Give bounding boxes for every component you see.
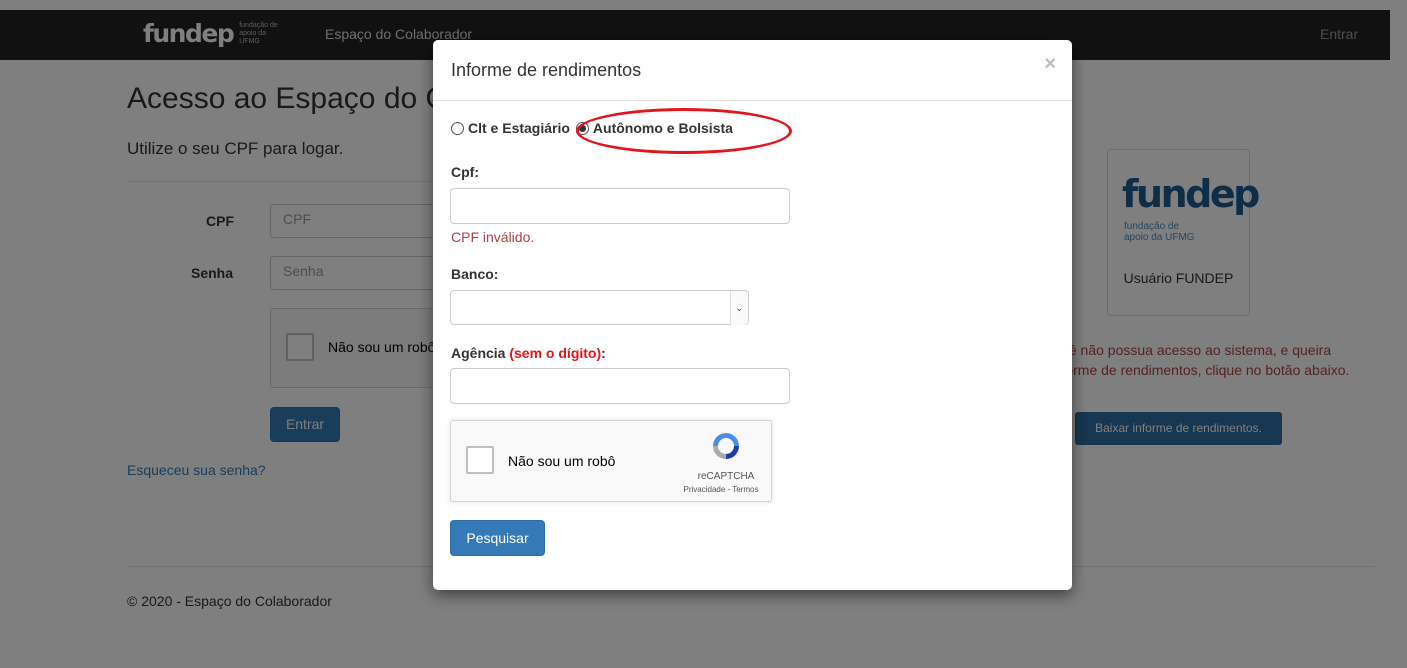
recaptcha-icon — [713, 433, 739, 459]
agency-label-colon: : — [601, 345, 606, 361]
modal-recaptcha: Não sou um robô reCAPTCHA Privacidade - … — [450, 420, 772, 502]
agency-note: (sem o dígito) — [509, 345, 602, 361]
highlight-circle — [576, 108, 792, 154]
search-button[interactable]: Pesquisar — [450, 520, 545, 556]
agency-input[interactable] — [450, 368, 790, 404]
modal-cpf-label: Cpf: — [451, 164, 479, 180]
agency-label-text: Agência — [451, 345, 506, 361]
cpf-error-message: CPF inválido. — [451, 229, 535, 245]
radio-clt-label[interactable]: Clt e Estagiário — [468, 120, 570, 136]
income-report-modal: Informe de rendimentos × Clt e Estagiári… — [433, 40, 1072, 590]
recaptcha-checkbox[interactable] — [466, 446, 494, 474]
radio-clt[interactable] — [451, 121, 464, 135]
bank-label: Banco: — [451, 266, 499, 282]
modal-header-divider — [433, 100, 1072, 101]
agency-label: Agência (sem o dígito): — [451, 345, 606, 361]
chevron-down-icon[interactable]: ⌄ — [730, 291, 748, 325]
recaptcha-brand: reCAPTCHA — [697, 471, 755, 482]
recaptcha-label: Não sou um robô — [508, 453, 616, 469]
recaptcha-privacy-terms[interactable]: Privacidade - Termos — [669, 485, 773, 494]
modal-cpf-input[interactable] — [450, 188, 790, 224]
close-icon[interactable]: × — [1044, 54, 1056, 74]
bank-select[interactable]: ⌄ — [450, 290, 749, 325]
modal-title: Informe de rendimentos — [451, 60, 642, 80]
